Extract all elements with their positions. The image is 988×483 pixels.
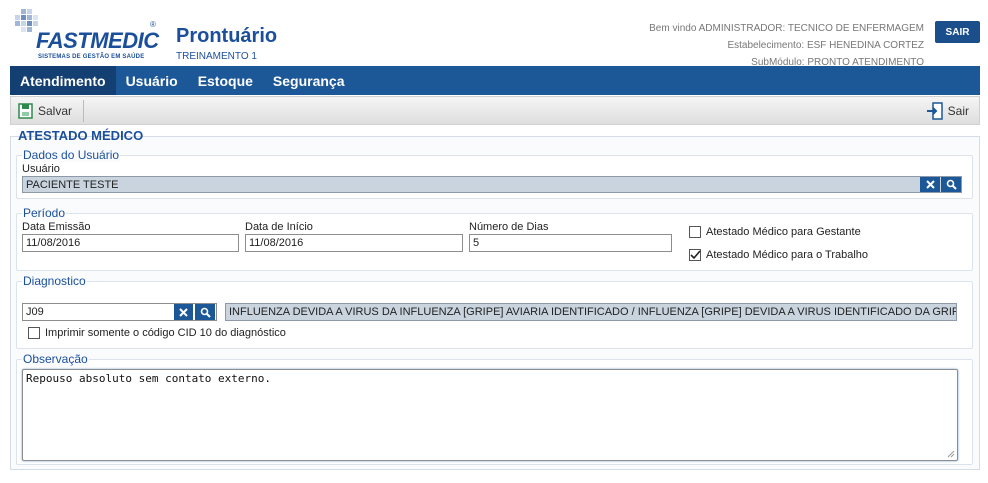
- clear-cid-button[interactable]: [174, 304, 193, 320]
- period-legend: Período: [22, 206, 67, 220]
- user-label: Usuário: [22, 163, 60, 175]
- toolbar-divider: [83, 100, 84, 122]
- checkmark-icon: [690, 250, 701, 260]
- pregnant-checkbox-label: Atestado Médico para Gestante: [706, 226, 861, 238]
- clear-user-button[interactable]: [920, 177, 940, 192]
- search-icon: [200, 307, 211, 318]
- user-info: Bem vindo ADMINISTRADOR: TECNICO DE ENFE…: [649, 20, 924, 71]
- close-icon: [925, 180, 935, 189]
- logo-tagline: SISTEMAS DE GESTÃO EM SAÚDE: [38, 54, 145, 60]
- issue-date-label: Data Emissão: [22, 221, 91, 233]
- print-cid-only-checkbox-box[interactable]: [28, 327, 40, 339]
- search-cid-button[interactable]: [195, 304, 215, 320]
- environment-label: TREINAMENTO 1: [176, 51, 257, 62]
- pregnant-checkbox-box[interactable]: [689, 226, 701, 238]
- toolbar: Salvar Sair: [10, 96, 980, 125]
- close-icon: [179, 307, 188, 317]
- menu-item-atendimento[interactable]: Atendimento: [10, 66, 116, 95]
- main-menu: Atendimento Usuário Estoque Segurança: [10, 66, 980, 95]
- menu-item-usuario[interactable]: Usuário: [116, 66, 188, 95]
- form-title: ATESTADO MÉDICO: [18, 128, 144, 143]
- days-count-field[interactable]: 5: [469, 234, 672, 252]
- observation-textarea[interactable]: Repouso absoluto sem contato externo.: [22, 369, 958, 461]
- header: FASTMEDIC ® SISTEMAS DE GESTÃO EM SAÚDE …: [0, 0, 988, 68]
- days-count-label: Número de Dias: [469, 221, 549, 233]
- observation-legend: Observação: [22, 352, 89, 366]
- exit-button-label: Sair: [947, 104, 969, 118]
- search-icon: [946, 179, 957, 190]
- issue-date-field[interactable]: 11/08/2016: [22, 234, 239, 252]
- exit-door-icon: [926, 102, 943, 120]
- start-date-field[interactable]: 11/08/2016: [245, 234, 463, 252]
- save-button[interactable]: Salvar: [17, 99, 72, 123]
- logo-wordmark: FASTMEDIC: [36, 28, 159, 53]
- patient-name-field[interactable]: PACIENTE TESTE: [22, 176, 962, 193]
- observation-text: Repouso absoluto sem contato externo.: [26, 372, 272, 385]
- fastmedic-logo: FASTMEDIC ® SISTEMAS DE GESTÃO EM SAÚDE: [10, 8, 159, 62]
- logo-registered-mark: ®: [150, 20, 156, 29]
- establishment-text: Estabelecimento: ESF HENEDINA CORTEZ: [727, 40, 924, 51]
- logout-button[interactable]: SAIR: [935, 21, 980, 43]
- user-data-legend: Dados do Usuário: [22, 148, 121, 162]
- resize-handle-icon[interactable]: [947, 450, 955, 458]
- menu-item-estoque[interactable]: Estoque: [188, 66, 263, 95]
- print-cid-only-label: Imprimir somente o código CID 10 do diag…: [45, 327, 286, 339]
- work-checkbox[interactable]: Atestado Médico para o Trabalho: [689, 249, 868, 261]
- cid-description-field[interactable]: INFLUENZA DEVIDA A VIRUS DA INFLUENZA [G…: [225, 303, 957, 321]
- pregnant-checkbox[interactable]: Atestado Médico para Gestante: [689, 226, 861, 238]
- save-icon: [18, 103, 33, 119]
- print-cid-only-checkbox[interactable]: Imprimir somente o código CID 10 do diag…: [28, 327, 286, 339]
- search-user-button[interactable]: [941, 177, 961, 192]
- work-checkbox-box[interactable]: [689, 249, 701, 261]
- work-checkbox-label: Atestado Médico para o Trabalho: [706, 249, 869, 261]
- exit-button[interactable]: Sair: [925, 99, 969, 123]
- menu-item-seguranca[interactable]: Segurança: [263, 66, 355, 95]
- save-button-label: Salvar: [38, 104, 73, 118]
- page-title: Prontuário: [176, 25, 278, 47]
- welcome-text: Bem vindo ADMINISTRADOR: TECNICO DE ENFE…: [649, 23, 924, 34]
- start-date-label: Data de Início: [245, 221, 313, 233]
- diagnosis-legend: Diagnostico: [22, 274, 87, 288]
